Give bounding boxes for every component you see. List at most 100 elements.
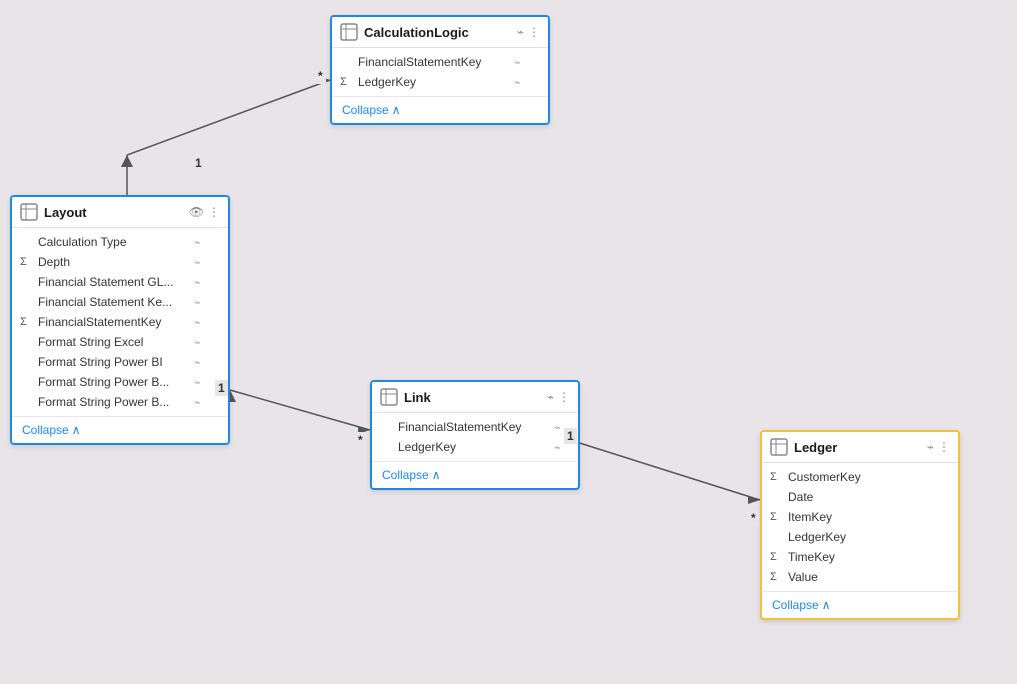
label-link-ledger-many: * [748, 510, 759, 526]
hide-icon-calculationlogic[interactable]: ⌁ [517, 25, 524, 39]
table-row: Format String Power B... ⌁ [12, 372, 228, 392]
table-icon-layout [20, 203, 38, 221]
field-fspb1: Format String Power B... [38, 375, 188, 389]
card-layout-title: Layout [44, 205, 183, 220]
field-fspbi: Format String Power BI [38, 355, 188, 369]
table-row: Format String Power B... ⌁ [12, 392, 228, 412]
table-row: Financial Statement GL... ⌁ [12, 272, 228, 292]
more-icon-layout[interactable]: ⋮ [208, 205, 220, 219]
card-layout-header: Layout 👁 ⋮ [12, 197, 228, 228]
card-ledger-title: Ledger [794, 440, 921, 455]
field-icon: ⌁ [194, 376, 201, 389]
card-link: Link ⌁ ⋮ FinancialStatementKey ⌁ LedgerK… [370, 380, 580, 490]
label-layout-link-many: * [355, 432, 366, 448]
table-row: Σ CustomerKey [762, 467, 958, 487]
field-itemkey: ItemKey [788, 510, 938, 524]
card-layout-footer: Collapse ∧ [12, 416, 228, 443]
collapse-ledger[interactable]: Collapse ∧ [772, 598, 948, 612]
table-row: Σ Depth ⌁ [12, 252, 228, 272]
card-link-title: Link [404, 390, 541, 405]
card-ledger-body: Σ CustomerKey Date Σ ItemKey LedgerKey Σ… [762, 463, 958, 591]
sigma-icon: Σ [20, 256, 32, 268]
field-customerkey: CustomerKey [788, 470, 938, 484]
field-icon: ⌁ [194, 256, 201, 269]
hide-icon-ledger[interactable]: ⌁ [927, 440, 934, 454]
field-icon: ⌁ [194, 296, 201, 309]
field-fsk: FinancialStatementKey [38, 315, 188, 329]
hide-icon-link[interactable]: ⌁ [547, 390, 554, 404]
table-row: FinancialStatementKey ⌁ [372, 417, 578, 437]
field-icon: ⌁ [194, 276, 201, 289]
table-row: Σ ItemKey [762, 507, 958, 527]
card-link-body: FinancialStatementKey ⌁ LedgerKey ⌁ [372, 413, 578, 461]
label-layout-link-1: 1 [215, 380, 228, 396]
card-layout-actions[interactable]: 👁 ⋮ [189, 205, 220, 219]
table-row: LedgerKey ⌁ [372, 437, 578, 457]
more-icon-calculationlogic[interactable]: ⋮ [528, 25, 540, 39]
label-layout-calc-many: * [315, 68, 326, 84]
card-calculationlogic-footer: Collapse ∧ [332, 96, 548, 123]
table-row: FinancialStatementKey ⌁ [332, 52, 548, 72]
card-link-header: Link ⌁ ⋮ [372, 382, 578, 413]
field-timekey: TimeKey [788, 550, 938, 564]
sigma-icon: Σ [770, 471, 782, 483]
field-ledgerkey-ledger: LedgerKey [788, 530, 938, 544]
card-layout-body: Calculation Type ⌁ Σ Depth ⌁ Financial S… [12, 228, 228, 416]
table-row: Σ LedgerKey ⌁ [332, 72, 548, 92]
field-fse: Format String Excel [38, 335, 188, 349]
table-row: LedgerKey [762, 527, 958, 547]
table-row: Calculation Type ⌁ [12, 232, 228, 252]
sigma-icon: Σ [770, 571, 782, 583]
field-date: Date [788, 490, 938, 504]
field-icon: ⌁ [194, 316, 201, 329]
card-ledger-header: Ledger ⌁ ⋮ [762, 432, 958, 463]
table-row: Format String Excel ⌁ [12, 332, 228, 352]
label-layout-calc-1: 1 [192, 155, 205, 171]
table-row: Σ TimeKey [762, 547, 958, 567]
more-icon-ledger[interactable]: ⋮ [938, 440, 950, 454]
field-value: Value [788, 570, 938, 584]
card-ledger: Ledger ⌁ ⋮ Σ CustomerKey Date Σ ItemKey … [760, 430, 960, 620]
field-icon: ⌁ [514, 56, 521, 69]
card-calculationlogic: CalculationLogic ⌁ ⋮ FinancialStatementK… [330, 15, 550, 125]
card-ledger-actions[interactable]: ⌁ ⋮ [927, 440, 950, 454]
table-icon-ledger [770, 438, 788, 456]
card-calculationlogic-title: CalculationLogic [364, 25, 511, 40]
table-row: Σ Value [762, 567, 958, 587]
collapse-layout[interactable]: Collapse ∧ [22, 423, 218, 437]
more-icon-link[interactable]: ⋮ [558, 390, 570, 404]
field-fspb2: Format String Power B... [38, 395, 188, 409]
card-calculationlogic-body: FinancialStatementKey ⌁ Σ LedgerKey ⌁ [332, 48, 548, 96]
field-icon: ⌁ [194, 236, 201, 249]
collapse-link[interactable]: Collapse ∧ [382, 468, 568, 482]
card-calculationlogic-header: CalculationLogic ⌁ ⋮ [332, 17, 548, 48]
field-depth: Depth [38, 255, 188, 269]
eye-icon-layout[interactable]: 👁 [189, 205, 204, 219]
collapse-calculationlogic[interactable]: Collapse ∧ [342, 103, 538, 117]
field-fske: Financial Statement Ke... [38, 295, 188, 309]
sigma-icon: Σ [770, 551, 782, 563]
field-icon: ⌁ [194, 336, 201, 349]
card-link-footer: Collapse ∧ [372, 461, 578, 488]
field-icon: ⌁ [194, 356, 201, 369]
field-icon: ⌁ [514, 76, 521, 89]
field-ledgerkey-calc: LedgerKey [358, 75, 508, 89]
card-layout: Layout 👁 ⋮ Calculation Type ⌁ Σ Depth ⌁ … [10, 195, 230, 445]
sigma-icon: Σ [340, 76, 352, 88]
card-ledger-footer: Collapse ∧ [762, 591, 958, 618]
field-icon: ⌁ [194, 396, 201, 409]
table-row: Σ FinancialStatementKey ⌁ [12, 312, 228, 332]
field-financialstatementkey-calc: FinancialStatementKey [358, 55, 508, 69]
card-calculationlogic-actions[interactable]: ⌁ ⋮ [517, 25, 540, 39]
field-calculationtype: Calculation Type [38, 235, 188, 249]
field-fsgl: Financial Statement GL... [38, 275, 188, 289]
label-link-ledger-1: 1 [564, 428, 577, 444]
table-icon-link [380, 388, 398, 406]
field-icon: ⌁ [554, 441, 561, 454]
sigma-icon: Σ [770, 511, 782, 523]
table-icon-calculationlogic [340, 23, 358, 41]
diagram-canvas: 1 * 1 * 1 * CalculationLogic ⌁ ⋮ Financi [0, 0, 1017, 684]
table-row: Financial Statement Ke... ⌁ [12, 292, 228, 312]
card-link-actions[interactable]: ⌁ ⋮ [547, 390, 570, 404]
field-icon: ⌁ [554, 421, 561, 434]
